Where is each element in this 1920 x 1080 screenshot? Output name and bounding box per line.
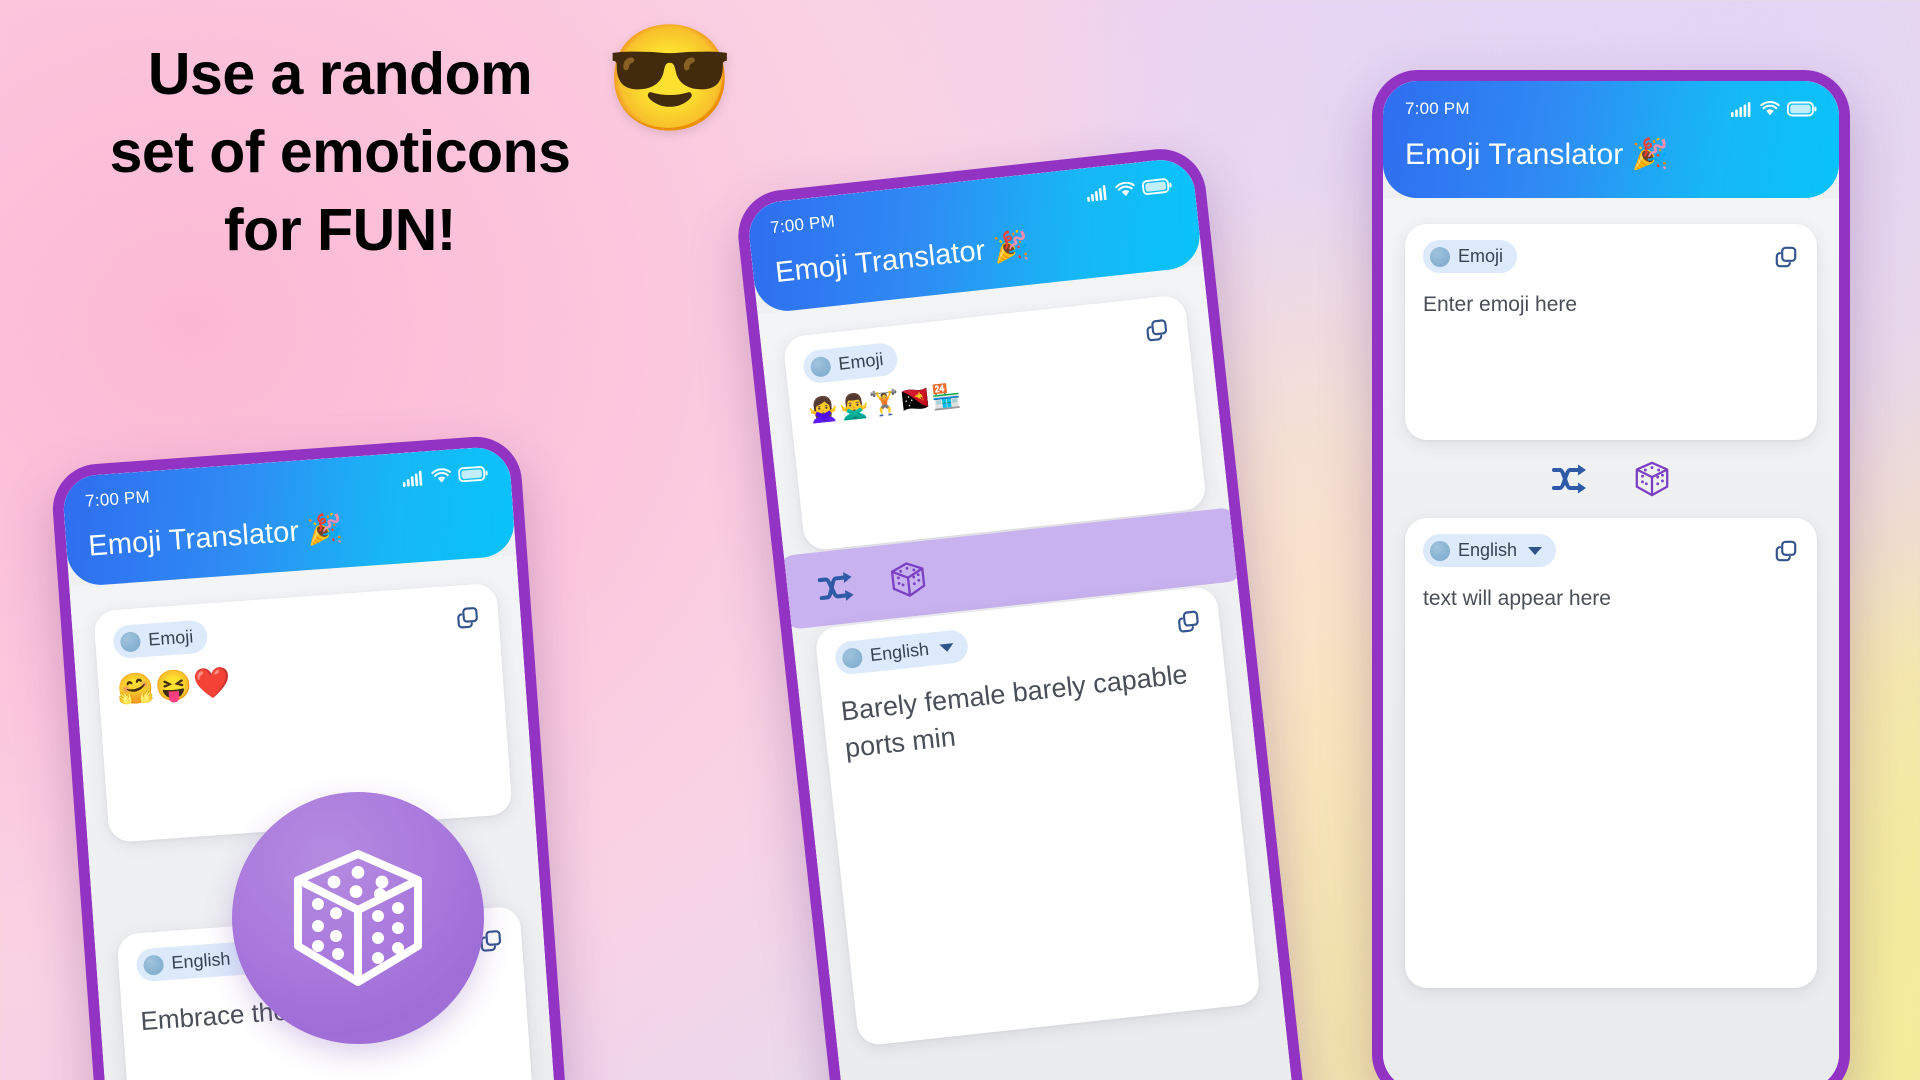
language-dot-icon	[1430, 540, 1450, 561]
signal-bars-icon	[402, 470, 423, 487]
app-body: Emoji Enter emoji here English text will…	[1383, 198, 1839, 1080]
emoji-input-value[interactable]: 🤗😝❤️	[116, 647, 486, 709]
dice-icon	[1635, 461, 1669, 497]
translation-output-value: Barely female barely capable ports min	[839, 659, 1189, 764]
app-bar: 7:00 PM Emoji Translator 🎉	[1383, 81, 1839, 198]
card-header: English	[1423, 534, 1799, 567]
battery-icon	[1141, 178, 1172, 195]
status-time: 7:00 PM	[769, 211, 836, 238]
shuffle-button[interactable]	[816, 569, 857, 605]
status-icons	[402, 465, 489, 487]
emoji-language-chip[interactable]: Emoji	[801, 341, 900, 385]
action-row	[1405, 440, 1817, 518]
signal-bars-icon	[1731, 102, 1751, 117]
emoji-input-card[interactable]: Emoji 🙅‍♀️🙅‍♂️🏋️🇵🇬🏪	[782, 294, 1208, 552]
copy-icon[interactable]	[1142, 315, 1171, 344]
emoji-input-value[interactable]: Enter emoji here	[1423, 291, 1799, 320]
app-title: Emoji Translator 🎉	[1405, 138, 1670, 171]
wifi-icon	[431, 468, 451, 483]
emoji-language-chip[interactable]: Emoji	[1423, 240, 1518, 273]
language-dot-icon	[119, 630, 142, 653]
status-icons	[1086, 177, 1173, 202]
phone-mockup-middle: 7:00 PM	[733, 144, 1314, 1080]
promo-headline: Use a random set of emoticons for FUN!	[0, 36, 680, 270]
battery-icon	[458, 466, 488, 483]
chip-label: Emoji	[1458, 246, 1504, 266]
headline-line-2: set of emoticons	[109, 118, 571, 185]
language-dot-icon	[142, 953, 165, 976]
chip-label: English	[170, 948, 232, 973]
chip-label: Emoji	[837, 349, 885, 374]
battery-icon	[1787, 101, 1817, 117]
phone-screen: 7:00 PM	[1383, 81, 1839, 1080]
language-dot-icon	[1430, 246, 1450, 267]
copy-icon[interactable]	[1773, 538, 1799, 564]
shuffle-button[interactable]	[1551, 463, 1589, 495]
language-dot-icon	[809, 355, 832, 378]
language-dot-icon	[841, 646, 864, 669]
chevron-down-icon	[939, 642, 955, 653]
status-time: 7:00 PM	[1405, 99, 1470, 118]
dice-icon	[294, 850, 422, 986]
headline-line-3: for FUN!	[224, 196, 456, 263]
translation-output-card[interactable]: English Barely female barely capable por…	[814, 585, 1262, 1047]
output-language-chip[interactable]: English	[1423, 534, 1557, 567]
random-dice-button[interactable]	[232, 792, 484, 1044]
emoji-language-chip[interactable]: Emoji	[112, 619, 209, 660]
signal-bars-icon	[1087, 185, 1107, 202]
dice-button[interactable]	[887, 559, 929, 601]
headline-line-1: Use a random	[147, 41, 533, 107]
chevron-down-icon	[1528, 546, 1543, 555]
wifi-icon	[1115, 181, 1135, 197]
emoji-input-card[interactable]: Emoji Enter emoji here	[1405, 224, 1817, 440]
shuffle-icon	[1552, 464, 1586, 494]
output-language-chip[interactable]: English	[833, 628, 970, 676]
copy-icon[interactable]	[1773, 244, 1799, 270]
status-time: 7:00 PM	[84, 487, 151, 511]
dice-button[interactable]	[1633, 460, 1671, 498]
translation-output-card[interactable]: English text will appear here	[1405, 518, 1817, 988]
status-icons	[1731, 101, 1817, 117]
phone-mockup-right: 7:00 PM Emoji Translator 🎉 Emoji Enter e…	[1372, 70, 1850, 1080]
status-bar: 7:00 PM	[1405, 97, 1817, 121]
copy-icon[interactable]	[1174, 607, 1203, 636]
shuffle-icon	[817, 572, 854, 601]
app-title: Emoji Translator 🎉	[87, 512, 345, 563]
phone-screen: 7:00 PM	[745, 156, 1302, 1080]
chip-label: Emoji	[147, 626, 194, 650]
chip-label: English	[1458, 540, 1518, 560]
chip-label: English	[869, 638, 930, 666]
app-body: Emoji 🙅‍♀️🙅‍♂️🏋️🇵🇬🏪	[757, 265, 1302, 1080]
card-header: Emoji	[1423, 240, 1799, 273]
dice-icon	[890, 562, 926, 597]
translation-output-value: text will appear here	[1423, 587, 1611, 610]
smiling-face-with-sunglasses-icon: 😎	[605, 21, 735, 137]
copy-icon[interactable]	[454, 603, 482, 631]
wifi-icon	[1760, 101, 1780, 116]
